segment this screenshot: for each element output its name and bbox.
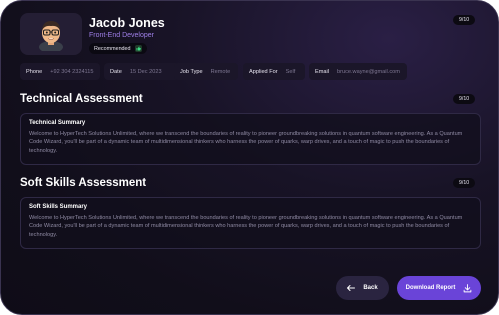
- info-value: Self: [285, 68, 296, 75]
- candidate-report-window: Jacob Jones Front-End Developer Recommen…: [0, 0, 499, 315]
- info-value: bruce.wayne@gmail.com: [337, 68, 400, 75]
- info-email: Email bruce.wayne@gmail.com: [309, 63, 407, 80]
- card-body: Welcome to HyperTech Solutions Unlimited…: [29, 131, 463, 154]
- arrow-left-icon: [347, 285, 356, 291]
- info-label: Date: [110, 68, 122, 75]
- card-title: Soft Skills Summary: [29, 204, 88, 210]
- candidate-role: Front-End Developer: [89, 32, 154, 39]
- soft-skills-score-badge: 9/10: [453, 178, 476, 188]
- card-title: Technical Summary: [29, 120, 86, 126]
- technical-summary-card: Technical Summary Welcome to HyperTech S…: [20, 113, 481, 165]
- back-button[interactable]: Back: [336, 276, 389, 300]
- info-value: 15 Dec 2023: [129, 68, 162, 75]
- info-label: Phone: [26, 68, 43, 75]
- soft-skills-summary-card: Soft Skills Summary Welcome to HyperTech…: [20, 197, 481, 249]
- status-badge: Recommended: [89, 43, 147, 54]
- info-value: Remote: [210, 68, 231, 75]
- download-button-label: Download Report: [405, 285, 456, 291]
- info-label: Email: [315, 68, 329, 75]
- download-report-button[interactable]: Download Report: [397, 276, 481, 300]
- technical-assessment-title: Technical Assessment: [20, 93, 143, 105]
- info-job-type: Job Type Remote: [174, 63, 238, 80]
- info-phone: Phone +92 304 2324115: [20, 63, 100, 80]
- avatar: [20, 13, 82, 55]
- back-button-label: Back: [363, 285, 378, 291]
- info-applied-for: Applied For Self: [243, 63, 305, 80]
- info-label: Job Type: [180, 68, 203, 75]
- technical-score-badge: 9/10: [453, 94, 476, 104]
- status-badge-label: Recommended: [94, 45, 131, 52]
- memoji-avatar-icon: [39, 21, 63, 51]
- candidate-name: Jacob Jones: [89, 16, 165, 30]
- info-value: +92 304 2324115: [50, 68, 94, 75]
- overall-score-badge: 9/10: [453, 15, 476, 25]
- soft-skills-assessment-title: Soft Skills Assessment: [20, 177, 147, 189]
- card-body: Welcome to HyperTech Solutions Unlimited…: [29, 215, 463, 238]
- thumbs-up-icon: [134, 45, 142, 52]
- candidate-info-row: Phone +92 304 2324115 Date 15 Dec 2023 J…: [20, 63, 410, 80]
- download-icon: [464, 283, 472, 292]
- info-label: Applied For: [249, 68, 278, 75]
